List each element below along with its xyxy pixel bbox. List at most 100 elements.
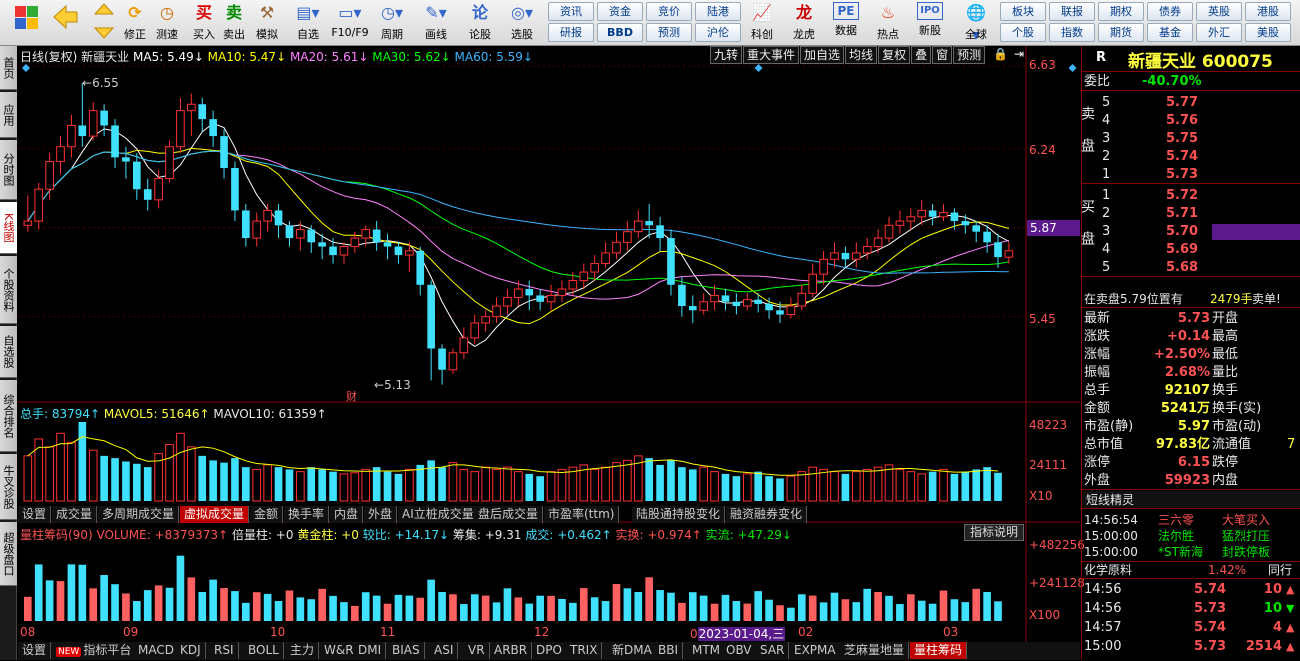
indicator-help-button[interactable]: 指标说明 — [964, 524, 1024, 541]
volume-tab-8[interactable]: AI立桩成交量 — [398, 506, 479, 523]
indicator-tab-15[interactable]: 新DMA — [608, 642, 657, 659]
indicator-tab-10[interactable]: ASI — [430, 642, 459, 659]
indicator-tab-6[interactable]: 主力 — [286, 642, 320, 659]
chart-btn-1[interactable]: 重大事件 — [743, 46, 800, 64]
start-menu-button[interactable] — [8, 2, 44, 44]
fix-button[interactable]: ⟳ 修正 — [120, 2, 150, 44]
indicator-tab-22[interactable]: 量柱筹码 — [910, 642, 968, 659]
dragon-tiger-button[interactable]: 龙龙虎 — [786, 2, 822, 44]
speed-test-button[interactable]: ◷ 测速 — [152, 2, 182, 44]
quick-fund[interactable]: 资金 — [597, 2, 643, 21]
indicator-tab-2[interactable]: MACD — [134, 642, 179, 659]
sidebar-item-ranking[interactable]: 综合排名 — [0, 380, 17, 452]
volume-tab-2[interactable]: 多周期成交量 — [98, 506, 180, 523]
draw-line-button[interactable]: ✎▾ 画线 — [418, 2, 454, 44]
quick-auction[interactable]: 竞价 — [646, 2, 692, 21]
quick-us[interactable]: 美股 — [1245, 23, 1291, 42]
indicator-tab-12[interactable]: ARBR — [490, 642, 533, 659]
volume-tab-11[interactable]: 陆股通持股变化 — [632, 506, 726, 523]
short-elf-item[interactable]: 15:00:00 *ST新海 封跌停板 — [1082, 544, 1300, 560]
back-button[interactable] — [50, 2, 80, 44]
sidebar-item-diagnose[interactable]: 牛叉诊股 — [0, 454, 17, 520]
chart-btn-4[interactable]: 复权 — [878, 46, 911, 64]
indicator-tab-7[interactable]: W&R — [320, 642, 359, 659]
volume-tab-7[interactable]: 外盘 — [364, 506, 398, 523]
indicator-tab-4[interactable]: RSI — [210, 642, 239, 659]
quick-fund2[interactable]: 基金 — [1147, 23, 1193, 42]
kline-chart-area[interactable]: 日线(复权) 新疆天业 MA5: 5.49↓ MA10: 5.47↓ MA20:… — [18, 46, 1085, 642]
quick-info[interactable]: 资讯 — [548, 2, 594, 21]
short-elf-item[interactable]: 14:56:54 三六零 大笔买入 — [1082, 512, 1300, 528]
sci-button[interactable]: 📈 科创 — [744, 2, 780, 44]
volume-tab-3[interactable]: 虚拟成交量 — [180, 506, 250, 523]
quick-fx[interactable]: 外汇 — [1196, 23, 1242, 42]
quick-bonds[interactable]: 债券 — [1147, 2, 1193, 21]
up-down-button[interactable] — [92, 2, 116, 44]
volume-tab-10[interactable]: 市盈率(ttm) — [544, 506, 620, 523]
sidebar-item-intraday[interactable]: 分时图 — [0, 140, 17, 200]
global-button[interactable]: 🌐▾ 全球 — [956, 2, 996, 44]
quick-forecast[interactable]: 预测 — [646, 23, 692, 42]
stock-talk-button[interactable]: 论论股 — [464, 2, 496, 44]
chart-btn-7[interactable]: 预测 — [953, 46, 986, 64]
indicator-tab-21[interactable]: 芝麻量地量 — [840, 642, 910, 659]
volume-tab-9[interactable]: 盘后成交量 — [474, 506, 544, 523]
sell-button[interactable]: 卖卖出 — [220, 2, 248, 44]
indicator-tab-14[interactable]: TRIX — [566, 642, 603, 659]
volume-tab-1[interactable]: 成交量 — [52, 506, 98, 523]
quick-uk[interactable]: 英股 — [1196, 2, 1242, 21]
quick-futures[interactable]: 期货 — [1098, 23, 1144, 42]
f10-button[interactable]: ▭▾ F10/F9 — [330, 2, 370, 44]
quick-index[interactable]: 指数 — [1049, 23, 1095, 42]
indicator-tab-19[interactable]: SAR — [756, 642, 790, 659]
indicator-tab-18[interactable]: OBV — [722, 642, 757, 659]
sidebar-item-watchlist[interactable]: 自选股 — [0, 326, 17, 378]
indicator-tab-8[interactable]: DMI — [354, 642, 387, 659]
chart-btn-5[interactable]: 叠 — [911, 46, 932, 64]
quick-sector[interactable]: 板块 — [1000, 2, 1046, 21]
chart-btn-2[interactable]: 加自选 — [800, 46, 845, 64]
sidebar-item-kline[interactable]: K线图 — [0, 202, 17, 254]
watchlist-button[interactable]: ▤▾ 自选 — [290, 2, 326, 44]
chart-btn-3[interactable]: 均线 — [845, 46, 878, 64]
stock-pick-button[interactable]: ◎▾ 选股 — [502, 2, 542, 44]
lock-icon[interactable]: 🔒 — [993, 47, 1008, 61]
quick-hkstock[interactable]: 港股 — [1245, 2, 1291, 21]
quick-bbd[interactable]: BBD — [597, 23, 643, 42]
chart-btn-0[interactable]: 九转 — [710, 46, 743, 64]
indicator-tab-1[interactable]: NEW 指标平台 — [52, 642, 137, 659]
indicator-tab-16[interactable]: BBI — [654, 642, 684, 659]
indicator-tab-13[interactable]: DPO — [532, 642, 567, 659]
period-button[interactable]: ◷▾ 周期 — [374, 2, 410, 44]
indicator-tab-9[interactable]: BIAS — [388, 642, 425, 659]
hot-button[interactable]: ♨ 热点 — [870, 2, 906, 44]
quick-shlon[interactable]: 沪伦 — [695, 23, 741, 42]
ipo-button[interactable]: IPO 新股 — [912, 2, 948, 44]
buy-button[interactable]: 买买入 — [190, 2, 218, 44]
volume-tab-0[interactable]: 设置 — [18, 506, 52, 523]
chart-btn-6[interactable]: 窗 — [932, 46, 953, 64]
data-button[interactable]: PE 数据 — [828, 2, 864, 44]
volume-tab-6[interactable]: 内盘 — [330, 506, 364, 523]
indicator-tab-0[interactable]: 设置 — [18, 642, 52, 659]
short-elf-item[interactable]: 15:00:00 法尔胜 猛烈打压 — [1082, 528, 1300, 544]
indicator-tab-17[interactable]: MTM — [688, 642, 726, 659]
volume-tab-5[interactable]: 换手率 — [284, 506, 330, 523]
sidebar-item-profile[interactable]: 个股资料 — [0, 256, 17, 324]
indicator-tab-5[interactable]: BOLL — [244, 642, 284, 659]
quick-hk[interactable]: 陆港 — [695, 2, 741, 21]
indicator-tab-20[interactable]: EXPMA — [790, 642, 841, 659]
quick-research[interactable]: 研报 — [548, 23, 594, 42]
indicator-tab-3[interactable]: KDJ — [176, 642, 206, 659]
quick-options[interactable]: 期权 — [1098, 2, 1144, 21]
volume-tab-12[interactable]: 融资融券变化 — [726, 506, 808, 523]
quick-lianbao[interactable]: 联报 — [1049, 2, 1095, 21]
quick-stock[interactable]: 个股 — [1000, 23, 1046, 42]
kline-canvas[interactable] — [18, 46, 1080, 642]
simulate-button[interactable]: ⚒ 模拟 — [252, 2, 282, 44]
sidebar-item-home[interactable]: 首页 — [0, 46, 17, 90]
sidebar-item-apps[interactable]: 应用 — [0, 92, 17, 138]
indicator-tab-11[interactable]: VR — [464, 642, 490, 659]
expand-icon[interactable]: ⇥ — [1014, 47, 1024, 61]
volume-tab-4[interactable]: 金额 — [250, 506, 284, 523]
